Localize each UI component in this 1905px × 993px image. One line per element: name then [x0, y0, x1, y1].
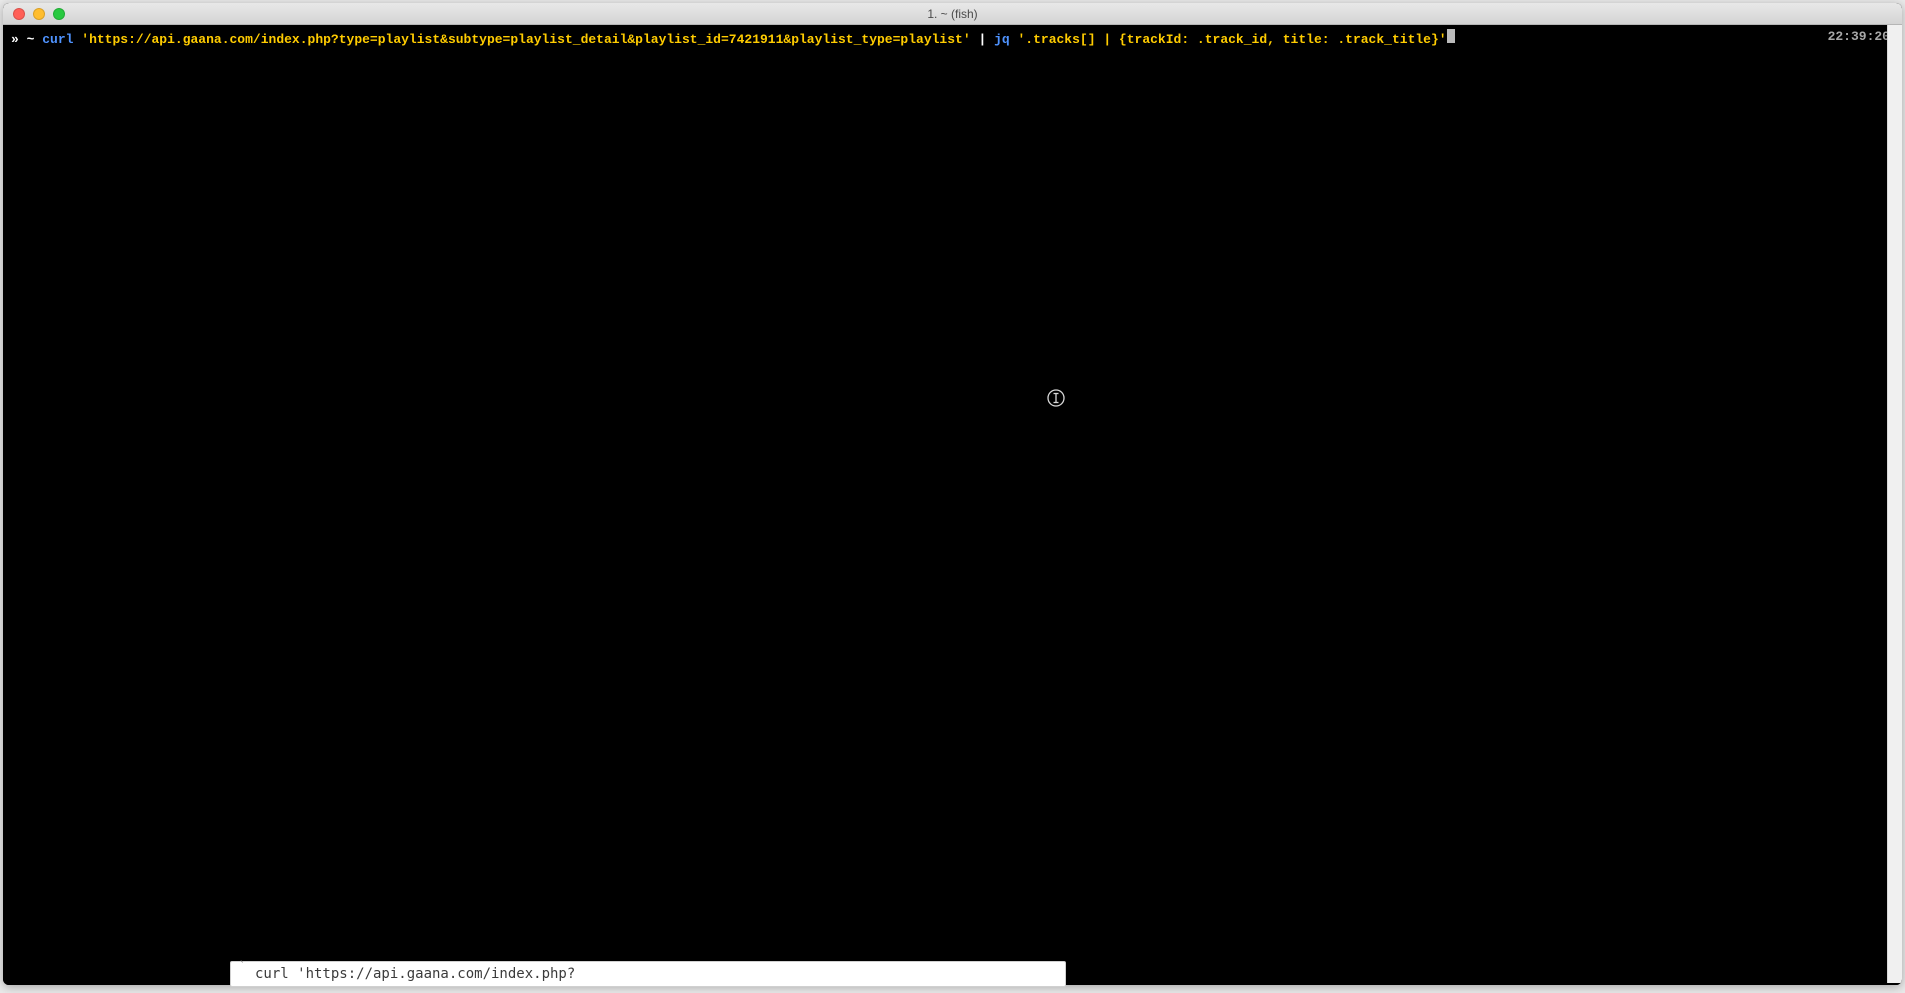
- tick-mark: `: [239, 959, 246, 972]
- cmd-jq-arg: '.tracks[] | {trackId: .track_id, title:…: [1018, 32, 1447, 48]
- prompt-arrow: »: [11, 32, 19, 48]
- maximize-button[interactable]: [53, 8, 65, 20]
- window-title: 1. ~ (fish): [927, 7, 977, 21]
- command-line[interactable]: » ~ curl 'https://api.gaana.com/index.ph…: [11, 29, 1894, 48]
- cmd-url: 'https://api.gaana.com/index.php?type=pl…: [81, 32, 970, 48]
- traffic-lights: [3, 8, 65, 20]
- terminal-window: 1. ~ (fish) » ~ curl 'https://api.gaana.…: [3, 3, 1902, 985]
- terminal-body[interactable]: » ~ curl 'https://api.gaana.com/index.ph…: [3, 25, 1902, 985]
- window-titlebar[interactable]: 1. ~ (fish): [3, 3, 1902, 25]
- terminal-cursor: [1447, 29, 1455, 43]
- cmd-curl: curl: [42, 32, 73, 48]
- close-button[interactable]: [13, 8, 25, 20]
- prompt-cwd: ~: [27, 32, 35, 48]
- snippet-text: curl 'https://api.gaana.com/index.php?: [255, 966, 575, 982]
- scrollbar[interactable]: [1887, 25, 1902, 983]
- prompt-timestamp: 22:39:20: [1828, 29, 1890, 45]
- text-cursor-icon: [1047, 389, 1065, 407]
- minimize-button[interactable]: [33, 8, 45, 20]
- bottom-snippet-bar[interactable]: ` curl 'https://api.gaana.com/index.php?: [230, 961, 1066, 987]
- cmd-jq: jq: [994, 32, 1010, 48]
- cmd-pipe: |: [978, 32, 986, 48]
